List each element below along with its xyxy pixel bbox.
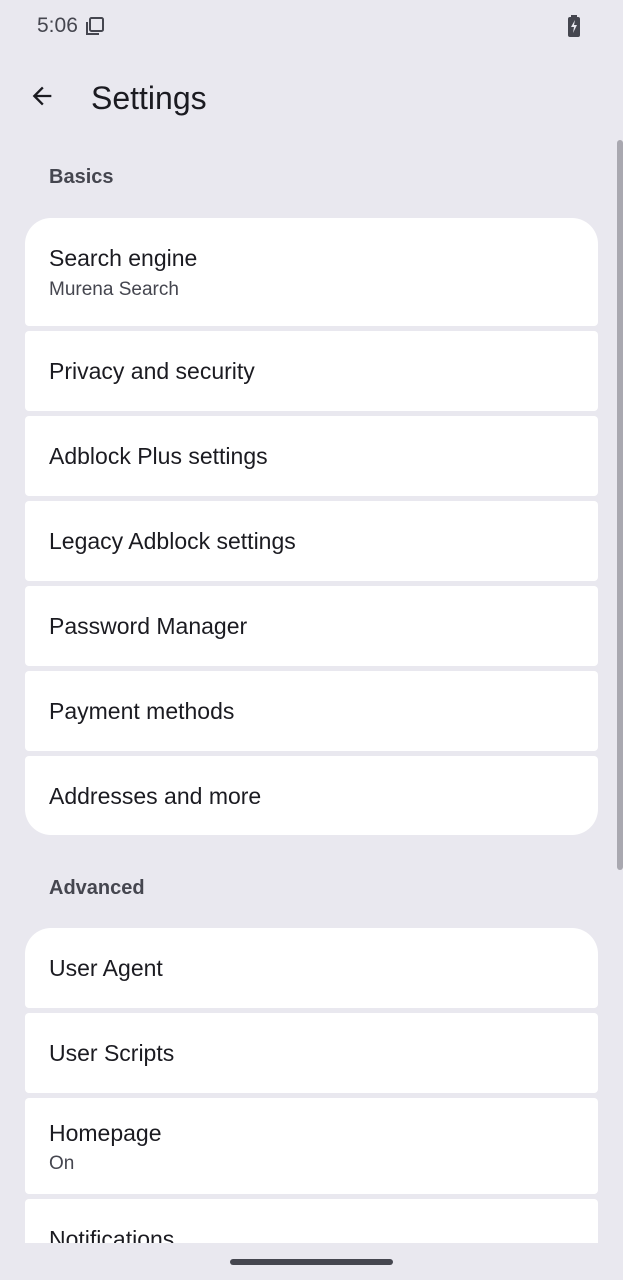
item-summary: Murena Search: [49, 279, 179, 300]
item-title: Privacy and security: [49, 358, 255, 384]
status-bar: 5:06: [0, 0, 623, 54]
item-title: Homepage: [49, 1120, 162, 1146]
arrow-back-icon: [32, 86, 52, 106]
legacy-adblock-settings-item[interactable]: Legacy Adblock settings: [25, 501, 598, 581]
item-title: User Agent: [49, 955, 163, 981]
user-agent-item[interactable]: User Agent: [25, 928, 598, 1008]
item-title: Notifications: [49, 1226, 175, 1243]
page-title: Settings: [91, 80, 207, 116]
scrollbar[interactable]: [617, 140, 623, 870]
password-manager-item[interactable]: Password Manager: [25, 586, 598, 666]
item-title: Search engine: [49, 245, 198, 271]
user-scripts-item[interactable]: User Scripts: [25, 1013, 598, 1093]
item-title: User Scripts: [49, 1040, 175, 1066]
item-title: Password Manager: [49, 613, 248, 639]
section-header-advanced: Advanced: [49, 877, 145, 899]
notifications-item[interactable]: Notifications: [25, 1199, 598, 1243]
payment-methods-item[interactable]: Payment methods: [25, 671, 598, 751]
addresses-and-more-item[interactable]: Addresses and more: [25, 756, 598, 835]
adblock-plus-settings-item[interactable]: Adblock Plus settings: [25, 416, 598, 496]
item-title: Legacy Adblock settings: [49, 528, 296, 554]
back-button[interactable]: [18, 72, 66, 120]
search-engine-item[interactable]: Search engine Murena Search: [25, 218, 598, 326]
item-title: Payment methods: [49, 698, 235, 724]
item-summary: On: [49, 1153, 75, 1174]
homepage-item[interactable]: Homepage On: [25, 1098, 598, 1194]
top-app-bar: Settings: [0, 60, 623, 136]
gesture-navigation-handle[interactable]: [230, 1259, 393, 1265]
item-title: Adblock Plus settings: [49, 443, 268, 469]
privacy-and-security-item[interactable]: Privacy and security: [25, 331, 598, 411]
status-time: 5:06: [37, 14, 78, 37]
settings-scroll-area[interactable]: 5:06 Settings Basics Search engine Muren…: [0, 0, 623, 1243]
screenshot-notification-icon: [85, 16, 105, 36]
battery-charging-icon: [567, 15, 581, 37]
item-title: Addresses and more: [49, 783, 262, 809]
section-header-basics: Basics: [49, 166, 114, 188]
